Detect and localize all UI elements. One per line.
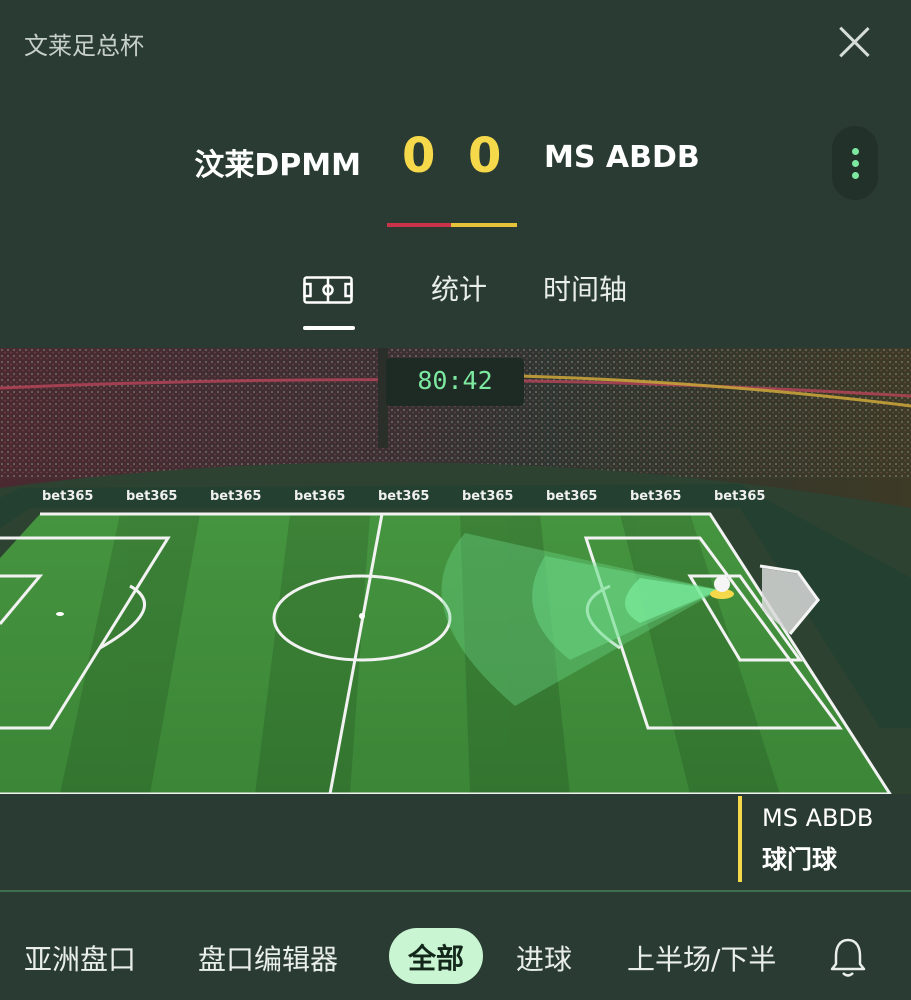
away-team-name: MS ABDB — [544, 140, 700, 175]
svg-text:bet365: bet365 — [42, 489, 93, 504]
away-color-bar — [451, 223, 517, 227]
svg-text:bet365: bet365 — [126, 489, 177, 504]
svg-text:bet365: bet365 — [546, 489, 597, 504]
bottom-filter-bar: 亚洲盘口 盘口编辑器 全部 进球 上半场/下半 — [0, 892, 911, 1000]
sponsor-boards: bet365 bet365 bet365 bet365 bet365 bet36… — [42, 489, 765, 504]
view-tabs: 统计 时间轴 — [0, 264, 911, 334]
bell-icon[interactable] — [828, 936, 868, 980]
tab-active-underline — [303, 326, 355, 330]
filter-goals[interactable]: 进球 — [516, 938, 572, 978]
svg-text:bet365: bet365 — [294, 489, 345, 504]
dot-icon — [852, 148, 859, 155]
filter-halves[interactable]: 上半场/下半 — [627, 938, 776, 978]
match-clock: 80:42 — [386, 358, 524, 406]
home-score: 0 — [402, 128, 436, 184]
svg-text:bet365: bet365 — [630, 489, 681, 504]
svg-text:bet365: bet365 — [378, 489, 429, 504]
match-header: 文莱足总杯 汶莱DPMM 0 0 MS ABDB 统计 时间轴 — [0, 0, 911, 348]
pitch-icon — [303, 276, 353, 304]
svg-text:bet365: bet365 — [210, 489, 261, 504]
tab-pitch[interactable] — [301, 272, 357, 332]
match-clock-text: 80:42 — [417, 366, 493, 395]
svg-text:bet365: bet365 — [714, 489, 765, 504]
close-button[interactable] — [832, 20, 876, 64]
ball-icon — [714, 576, 730, 592]
filter-all[interactable]: 全部 — [389, 928, 483, 984]
home-team-name: 汶莱DPMM — [194, 148, 361, 183]
filter-all-label: 全部 — [407, 942, 464, 975]
filter-asian-handicap[interactable]: 亚洲盘口 — [24, 938, 136, 978]
competition-title: 文莱足总杯 — [24, 32, 144, 60]
more-options-button[interactable] — [832, 126, 878, 200]
event-indicator: MS ABDB 球门球 — [738, 796, 911, 882]
tab-stats[interactable]: 统计 — [431, 268, 487, 308]
tab-timeline[interactable]: 时间轴 — [543, 268, 627, 308]
dot-icon — [852, 160, 859, 167]
event-team: MS ABDB — [762, 804, 874, 832]
home-color-bar — [387, 223, 451, 227]
svg-text:bet365: bet365 — [462, 489, 513, 504]
away-score: 0 — [468, 128, 502, 184]
filter-bet-builder[interactable]: 盘口编辑器 — [198, 938, 338, 978]
event-type: 球门球 — [762, 845, 838, 874]
dot-icon — [852, 172, 859, 179]
